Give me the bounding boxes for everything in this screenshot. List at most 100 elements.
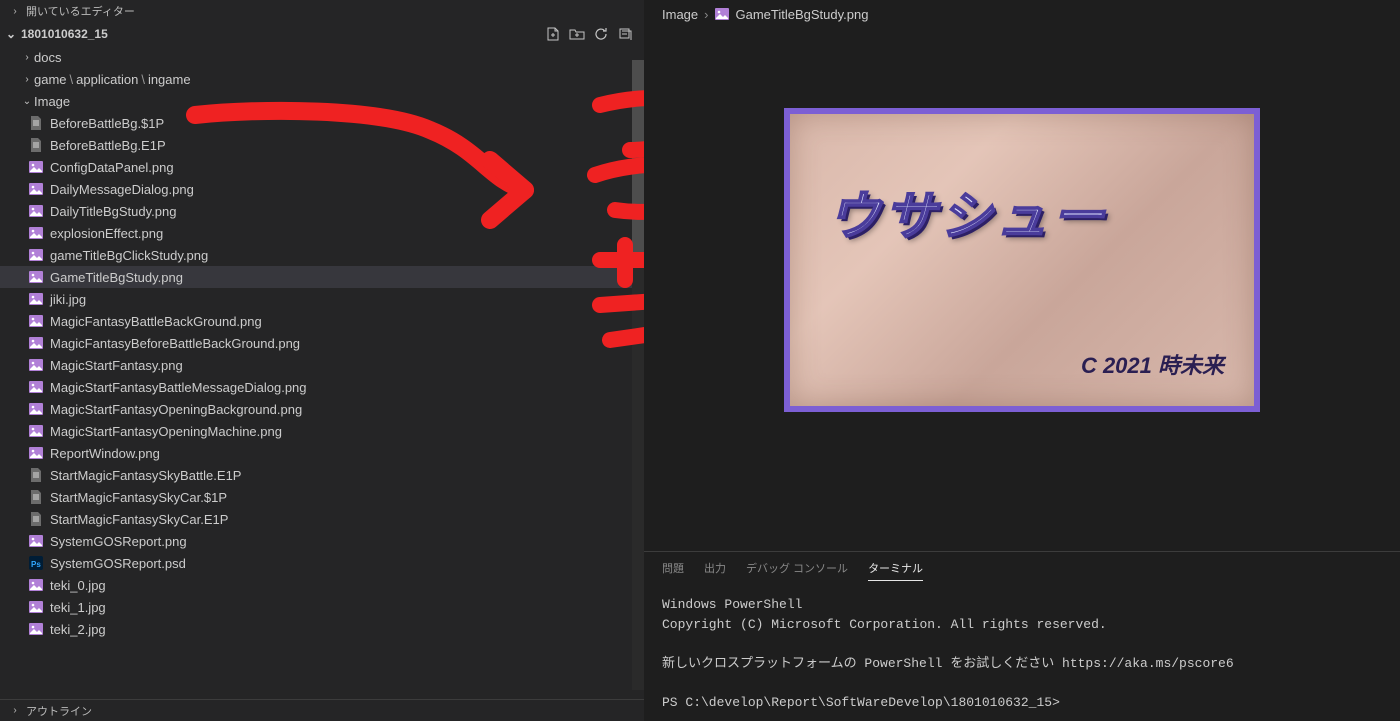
path-separator: \ — [67, 72, 77, 87]
file-item[interactable]: ReportWindow.png — [0, 442, 644, 464]
file-item[interactable]: DailyMessageDialog.png — [0, 178, 644, 200]
text-file-icon — [28, 115, 44, 131]
file-item[interactable]: StartMagicFantasySkyCar.$1P — [0, 486, 644, 508]
chevron-right-icon: › — [20, 52, 34, 63]
folder-label: application — [76, 72, 138, 87]
file-tree[interactable]: ›docs›game\application\ingame⌄ImageBefor… — [0, 46, 644, 699]
breadcrumb-segment[interactable]: Image — [662, 7, 698, 22]
file-item[interactable]: StartMagicFantasySkyCar.E1P — [0, 508, 644, 530]
folder-path[interactable]: ›game\application\ingame — [0, 68, 644, 90]
image-file-icon — [28, 423, 44, 439]
scrollbar-thumb[interactable] — [632, 60, 644, 260]
file-label: ConfigDataPanel.png — [50, 160, 174, 175]
folder-label: ingame — [148, 72, 191, 87]
terminal-prompt: PS C:\develop\Report\SoftWareDevelop\180… — [662, 695, 1060, 710]
terminal-body[interactable]: Windows PowerShell Copyright (C) Microso… — [644, 587, 1400, 721]
file-item[interactable]: MagicFantasyBeforeBattleBackGround.png — [0, 332, 644, 354]
outline-header[interactable]: › アウトライン — [0, 699, 644, 721]
folder-label: game — [34, 72, 67, 87]
tab-output[interactable]: 出力 — [704, 560, 726, 581]
tab-terminal[interactable]: ターミナル — [868, 560, 923, 581]
image-file-icon — [28, 379, 44, 395]
image-file-icon — [28, 269, 44, 285]
image-file-icon — [28, 577, 44, 593]
image-preview[interactable]: ウサシュー C 2021 時未来 — [644, 28, 1400, 551]
explorer-sidebar: › 開いているエディター ⌄ 1801010632_15 ›docs›game\… — [0, 0, 644, 721]
file-item[interactable]: teki_1.jpg — [0, 596, 644, 618]
file-label: StartMagicFantasySkyBattle.E1P — [50, 468, 241, 483]
file-label: SystemGOSReport.png — [50, 534, 187, 549]
file-item[interactable]: GameTitleBgStudy.png — [0, 266, 644, 288]
file-item[interactable]: MagicStartFantasyOpeningMachine.png — [0, 420, 644, 442]
file-item[interactable]: DailyTitleBgStudy.png — [0, 200, 644, 222]
file-item[interactable]: MagicStartFantasy.png — [0, 354, 644, 376]
image-file-icon — [28, 401, 44, 417]
text-file-icon — [28, 467, 44, 483]
folder-image[interactable]: ⌄Image — [0, 90, 644, 112]
file-label: BeforeBattleBg.$1P — [50, 116, 164, 131]
file-item[interactable]: MagicFantasyBattleBackGround.png — [0, 310, 644, 332]
svg-text:Ps: Ps — [31, 560, 41, 569]
refresh-icon[interactable] — [592, 25, 610, 43]
file-item[interactable]: SystemGOSReport.png — [0, 530, 644, 552]
new-file-icon[interactable] — [544, 25, 562, 43]
terminal-line: 新しいクロスプラットフォームの PowerShell をお試しください http… — [662, 656, 1234, 671]
file-label: MagicStartFantasyOpeningBackground.png — [50, 402, 302, 417]
breadcrumb-segment[interactable]: GameTitleBgStudy.png — [735, 7, 868, 22]
folder-label: docs — [34, 50, 61, 65]
image-file-icon — [28, 225, 44, 241]
image-file-icon — [28, 247, 44, 263]
open-editors-label: 開いているエディター — [26, 3, 135, 19]
file-label: MagicFantasyBattleBackGround.png — [50, 314, 262, 329]
file-item[interactable]: ConfigDataPanel.png — [0, 156, 644, 178]
file-item[interactable]: teki_0.jpg — [0, 574, 644, 596]
file-item[interactable]: MagicStartFantasyOpeningBackground.png — [0, 398, 644, 420]
file-label: gameTitleBgClickStudy.png — [50, 248, 208, 263]
file-label: BeforeBattleBg.E1P — [50, 138, 166, 153]
file-item[interactable]: jiki.jpg — [0, 288, 644, 310]
folder-docs[interactable]: ›docs — [0, 46, 644, 68]
tab-debug-console[interactable]: デバッグ コンソール — [746, 560, 848, 581]
file-label: teki_1.jpg — [50, 600, 106, 615]
file-item[interactable]: MagicStartFantasyBattleMessageDialog.png — [0, 376, 644, 398]
text-file-icon — [28, 511, 44, 527]
file-item[interactable]: Ps SystemGOSReport.psd — [0, 552, 644, 574]
image-file-icon — [28, 599, 44, 615]
file-label: teki_2.jpg — [50, 622, 106, 637]
chevron-right-icon: › — [8, 705, 22, 716]
file-label: MagicStartFantasyBattleMessageDialog.png — [50, 380, 307, 395]
image-file-icon — [28, 313, 44, 329]
image-file-icon — [28, 533, 44, 549]
workspace-root-header[interactable]: ⌄ 1801010632_15 — [0, 22, 644, 46]
image-file-icon — [28, 181, 44, 197]
breadcrumb-separator-icon: › — [698, 7, 714, 22]
file-item[interactable]: explosionEffect.png — [0, 222, 644, 244]
chevron-down-icon: ⌄ — [4, 27, 18, 41]
terminal-line: Copyright (C) Microsoft Corporation. All… — [662, 617, 1107, 632]
file-label: StartMagicFantasySkyCar.$1P — [50, 490, 227, 505]
path-separator: \ — [138, 72, 148, 87]
open-editors-header[interactable]: › 開いているエディター — [0, 0, 644, 22]
file-item[interactable]: gameTitleBgClickStudy.png — [0, 244, 644, 266]
file-label: StartMagicFantasySkyCar.E1P — [50, 512, 228, 527]
explorer-scrollbar[interactable] — [632, 60, 644, 690]
explorer-actions — [544, 25, 644, 43]
file-item[interactable]: StartMagicFantasySkyBattle.E1P — [0, 464, 644, 486]
file-label: MagicStartFantasy.png — [50, 358, 183, 373]
text-file-icon — [28, 137, 44, 153]
new-folder-icon[interactable] — [568, 25, 586, 43]
image-file-icon — [714, 6, 730, 22]
file-label: SystemGOSReport.psd — [50, 556, 186, 571]
file-item[interactable]: BeforeBattleBg.E1P — [0, 134, 644, 156]
file-label: explosionEffect.png — [50, 226, 163, 241]
file-label: DailyMessageDialog.png — [50, 182, 194, 197]
chevron-right-icon: › — [8, 6, 22, 17]
breadcrumb[interactable]: Image › GameTitleBgStudy.png — [644, 0, 1400, 28]
file-item[interactable]: teki_2.jpg — [0, 618, 644, 640]
collapse-all-icon[interactable] — [616, 25, 634, 43]
file-item[interactable]: BeforeBattleBg.$1P — [0, 112, 644, 134]
image-file-icon — [28, 357, 44, 373]
image-file-icon — [28, 159, 44, 175]
bottom-panel: 問題 出力 デバッグ コンソール ターミナル Windows PowerShel… — [644, 551, 1400, 721]
tab-problems[interactable]: 問題 — [662, 560, 684, 581]
